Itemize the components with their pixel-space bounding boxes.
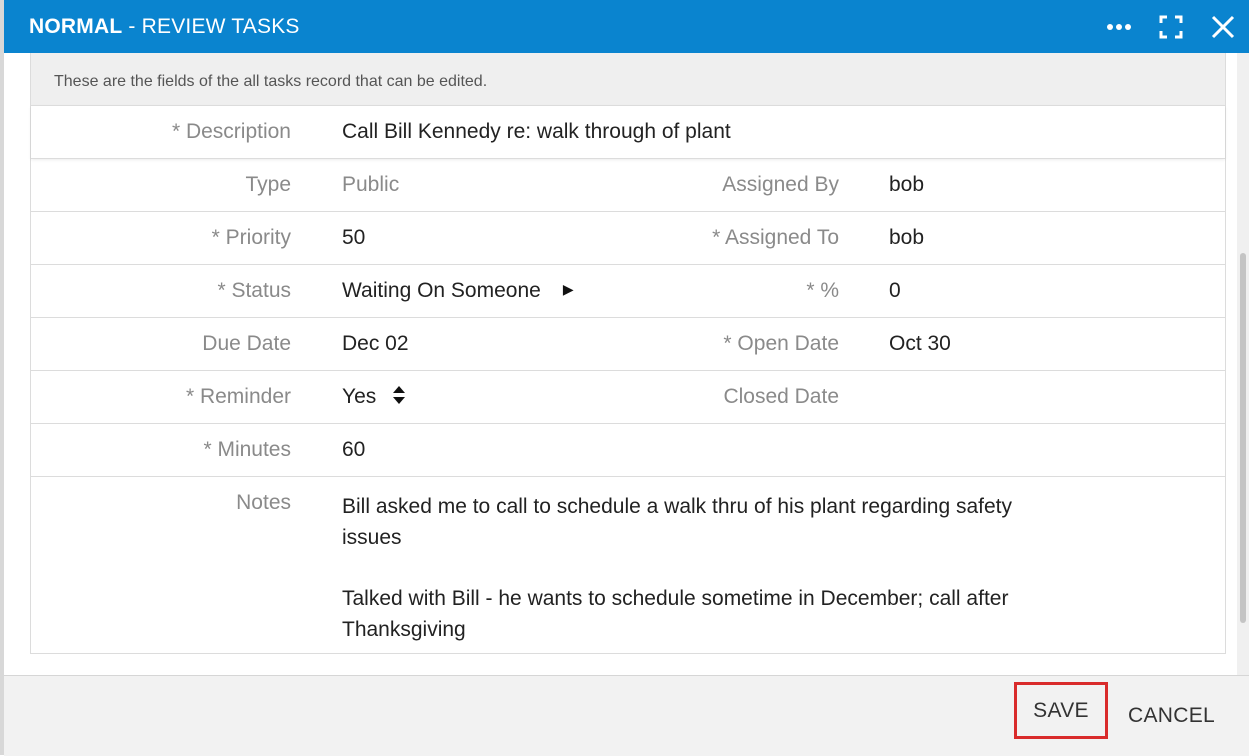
percent-label: * % bbox=[806, 279, 839, 302]
close-icon bbox=[1211, 15, 1235, 38]
notes-field[interactable]: Bill asked me to call to schedule a walk… bbox=[342, 491, 1022, 645]
reminder-value: Yes bbox=[342, 385, 377, 408]
minutes-row: * Minutes 60 bbox=[31, 423, 1225, 476]
type-label: Type bbox=[245, 173, 291, 196]
assigned-to-label: * Assigned To bbox=[712, 226, 839, 249]
assigned-to-field[interactable]: bob bbox=[889, 226, 924, 250]
caret-right-icon[interactable]: ▶ bbox=[563, 281, 574, 298]
dialog-title: NORMAL - REVIEW TASKS bbox=[29, 15, 300, 39]
status-label: * Status bbox=[217, 279, 291, 302]
open-date-field[interactable]: Oct 30 bbox=[889, 332, 951, 356]
expand-button[interactable] bbox=[1145, 0, 1197, 53]
closed-date-label: Closed Date bbox=[723, 385, 839, 408]
due-date-label: Due Date bbox=[202, 332, 291, 355]
title-separator: - bbox=[122, 14, 142, 38]
dialog-footer: SAVE CANCEL bbox=[4, 675, 1249, 756]
notes-row: Notes Bill asked me to call to schedule … bbox=[31, 476, 1225, 653]
priority-row: * Priority 50 * Assigned To bob bbox=[31, 211, 1225, 264]
status-value: Waiting On Someone bbox=[342, 279, 541, 302]
notes-paragraph-1: Bill asked me to call to schedule a walk… bbox=[342, 495, 1013, 549]
mode-label: NORMAL bbox=[29, 14, 123, 38]
dialog-body: These are the fields of the all tasks re… bbox=[4, 53, 1237, 675]
notes-label: Notes bbox=[236, 491, 291, 514]
more-button[interactable] bbox=[1093, 0, 1145, 53]
percent-field[interactable]: 0 bbox=[889, 279, 901, 303]
priority-label: * Priority bbox=[211, 226, 291, 249]
task-form: These are the fields of the all tasks re… bbox=[30, 53, 1226, 654]
description-label: * Description bbox=[171, 120, 291, 143]
open-date-label: * Open Date bbox=[723, 332, 839, 355]
scrollbar-thumb[interactable] bbox=[1240, 253, 1246, 623]
expand-icon bbox=[1159, 15, 1183, 38]
cancel-button[interactable]: CANCEL bbox=[1128, 704, 1215, 728]
type-row: Type Public Assigned By bob bbox=[31, 158, 1225, 211]
due-date-row: Due Date Dec 02 * Open Date Oct 30 bbox=[31, 317, 1225, 370]
close-button[interactable] bbox=[1197, 0, 1249, 53]
form-info-text: These are the fields of the all tasks re… bbox=[31, 53, 1225, 105]
due-date-field[interactable]: Dec 02 bbox=[342, 332, 409, 356]
assigned-by-field[interactable]: bob bbox=[889, 173, 924, 197]
reminder-label: * Reminder bbox=[185, 385, 291, 408]
title-text: REVIEW TASKS bbox=[141, 14, 300, 38]
minutes-field[interactable]: 60 bbox=[342, 438, 365, 462]
title-actions bbox=[1093, 0, 1249, 53]
more-icon bbox=[1107, 23, 1131, 30]
save-button[interactable]: SAVE bbox=[1014, 682, 1108, 739]
status-row: * Status Waiting On Someone ▶ * % 0 bbox=[31, 264, 1225, 317]
vertical-scrollbar[interactable] bbox=[1237, 53, 1249, 675]
assigned-by-label: Assigned By bbox=[722, 173, 839, 196]
type-value: Public bbox=[342, 173, 400, 196]
reminder-row: * Reminder Yes Closed Date bbox=[31, 370, 1225, 423]
notes-paragraph-2: Talked with Bill - he wants to schedule … bbox=[342, 587, 1009, 641]
description-field[interactable]: Call Bill Kennedy re: walk through of pl… bbox=[342, 120, 731, 144]
sort-updown-icon[interactable] bbox=[392, 385, 406, 405]
description-row: * Description Call Bill Kennedy re: walk… bbox=[31, 105, 1225, 158]
minutes-label: * Minutes bbox=[203, 438, 291, 461]
status-field[interactable]: Waiting On Someone ▶ bbox=[342, 279, 574, 303]
reminder-field[interactable]: Yes bbox=[342, 385, 406, 409]
dialog-titlebar: NORMAL - REVIEW TASKS bbox=[4, 0, 1249, 53]
priority-field[interactable]: 50 bbox=[342, 226, 365, 250]
